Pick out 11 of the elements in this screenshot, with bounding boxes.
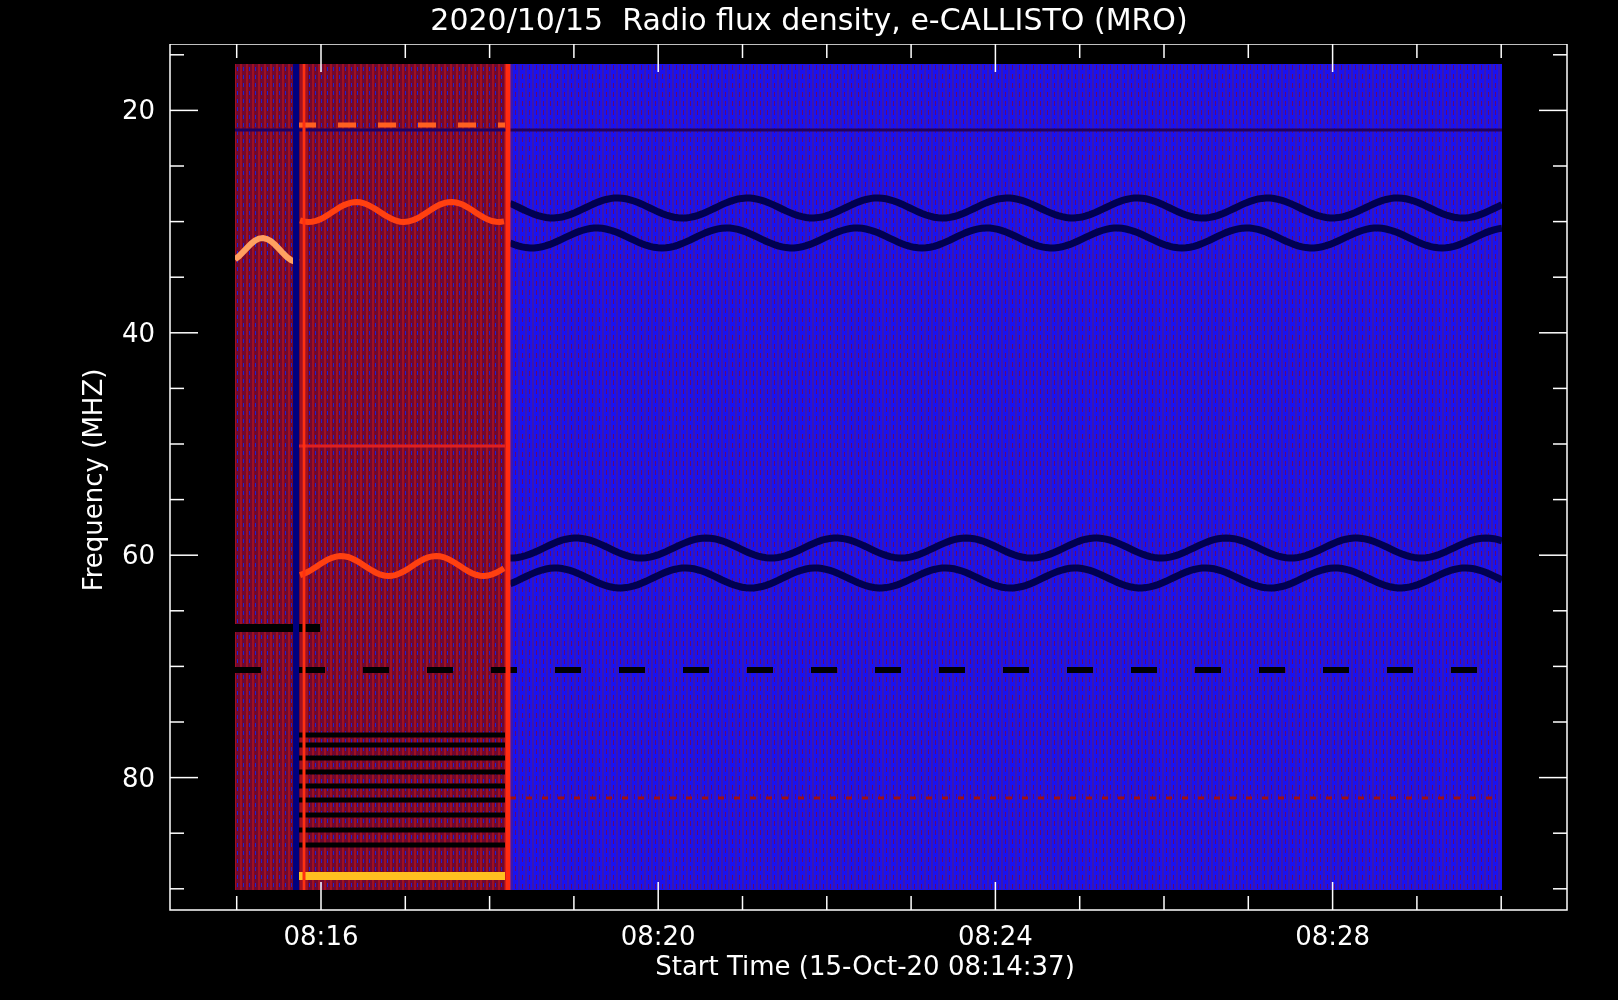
tick-label: 60 bbox=[121, 540, 155, 571]
tick-label: 80 bbox=[121, 762, 155, 793]
axis-title: Frequency (MHZ) bbox=[78, 368, 108, 592]
tick-label: 08:20 bbox=[620, 921, 696, 951]
tick-label: 08:24 bbox=[957, 921, 1033, 951]
chart-title: 2020/10/15 Radio flux density, e-CALLISTO (MRO) bbox=[430, 1, 1188, 39]
tick-label: 08:28 bbox=[1295, 921, 1371, 951]
tick-label: 20 bbox=[121, 95, 155, 126]
tick-label: 08:16 bbox=[283, 921, 359, 951]
axis-title: Start Time (15-Oct-20 08:14:37) bbox=[655, 951, 1075, 981]
tick-label: 40 bbox=[121, 317, 155, 348]
